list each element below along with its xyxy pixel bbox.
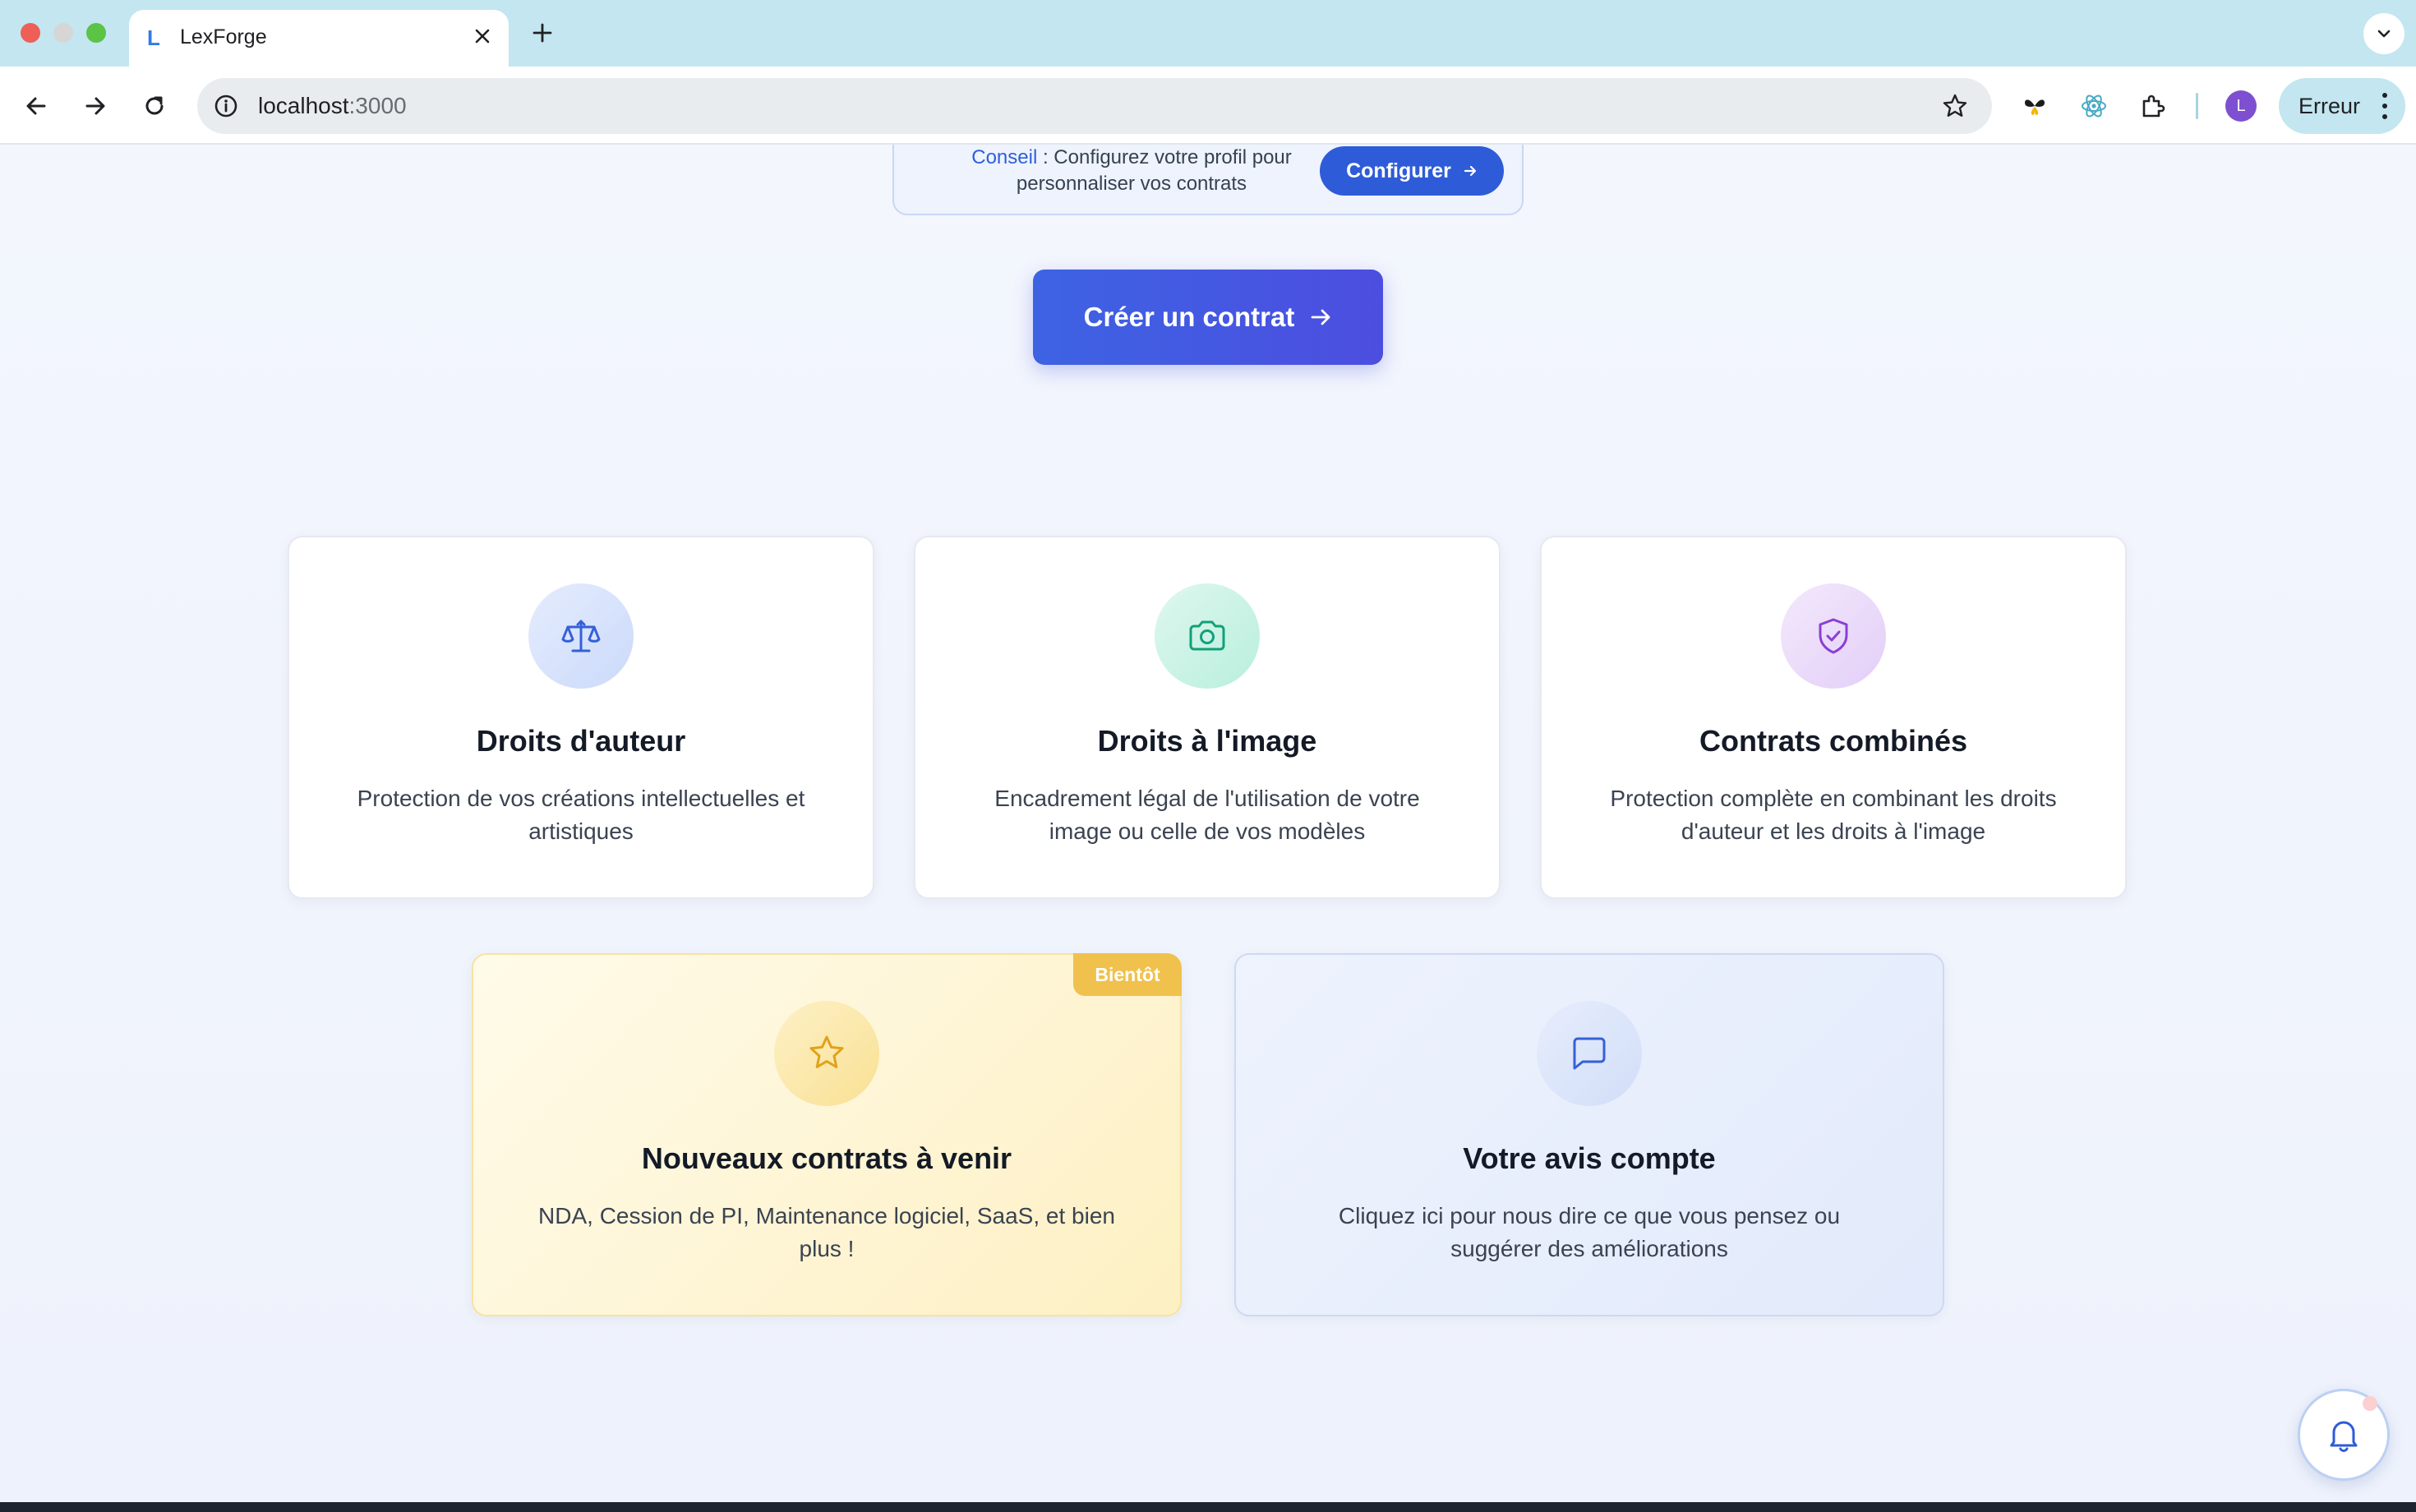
card-image-rights[interactable]: Droits à l'image Encadrement légal de l'…	[914, 536, 1501, 899]
notification-dot	[2363, 1396, 2377, 1411]
tip-label: Conseil	[971, 146, 1038, 168]
tab-close-icon[interactable]	[468, 21, 497, 51]
browser-toolbar: localhost:3000 L Erreur	[0, 67, 2416, 145]
browser-error-menu-button[interactable]: Erreur	[2279, 78, 2405, 134]
card-description: Protection de vos créations intellectuel…	[357, 786, 805, 844]
lexforge-favicon-icon: L	[147, 25, 160, 50]
address-bar[interactable]: localhost:3000	[197, 78, 1992, 134]
browser-tab-active[interactable]: L LexForge	[129, 10, 509, 67]
card-title: Nouveaux contrats à venir	[641, 1141, 1012, 1175]
card-upcoming-contracts[interactable]: Bientôt Nouveaux contrats à venir NDA, C…	[472, 953, 1182, 1316]
arrow-right-icon	[1311, 309, 1330, 325]
configure-button-label: Configurer	[1346, 159, 1451, 182]
url-text[interactable]: localhost:3000	[258, 92, 407, 120]
window-zoom-button[interactable]	[86, 23, 106, 43]
tip-text: Conseil : Configurez votre profil pour p…	[938, 145, 1325, 197]
tab-search-chevron-icon[interactable]	[2363, 13, 2404, 54]
browser-tabstrip: L LexForge	[0, 0, 2416, 67]
extension-react-icon[interactable]	[2079, 91, 2109, 121]
extension-butterfly-icon[interactable]	[2020, 91, 2049, 121]
profile-tip-banner: Conseil : Configurez votre profil pour p…	[892, 145, 1524, 215]
arrow-right-icon	[1464, 165, 1476, 177]
url-port: :3000	[348, 93, 407, 118]
camera-icon	[1155, 583, 1260, 689]
kebab-menu-icon	[2381, 93, 2389, 119]
extensions-puzzle-icon[interactable]	[2138, 91, 2168, 121]
scale-icon	[528, 583, 634, 689]
reload-icon[interactable]	[135, 86, 174, 126]
window-close-button[interactable]	[21, 23, 40, 43]
message-icon	[1537, 1001, 1642, 1106]
profile-avatar[interactable]: L	[2225, 90, 2257, 122]
create-contract-button[interactable]: Créer un contrat	[1033, 270, 1383, 365]
page-viewport: Conseil : Configurez votre profil pour p…	[0, 145, 2416, 1502]
card-title: Votre avis compte	[1463, 1141, 1716, 1175]
notifications-button[interactable]	[2298, 1389, 2390, 1481]
card-copyright[interactable]: Droits d'auteur Protection de vos créati…	[288, 536, 874, 899]
bookmark-star-icon[interactable]	[1941, 92, 1969, 120]
card-description: Encadrement légal de l'utilisation de vo…	[994, 786, 1420, 844]
card-description: NDA, Cession de PI, Maintenance logiciel…	[538, 1203, 1115, 1261]
url-host: localhost	[258, 93, 349, 118]
card-combined-contracts[interactable]: Contrats combinés Protection complète en…	[1540, 536, 2127, 899]
back-arrow-icon[interactable]	[16, 86, 56, 126]
window-minimize-button[interactable]	[53, 23, 73, 43]
new-tab-plus-icon[interactable]	[526, 16, 559, 49]
configure-button[interactable]: Configurer	[1320, 146, 1504, 196]
page-bottom-edge	[0, 1502, 2416, 1512]
error-label: Erreur	[2298, 94, 2361, 118]
coming-soon-badge: Bientôt	[1073, 953, 1182, 996]
card-title: Droits à l'image	[1097, 724, 1317, 758]
site-info-icon[interactable]	[212, 92, 240, 120]
card-description: Protection complète en combinant les dro…	[1610, 786, 2057, 844]
forward-arrow-icon[interactable]	[76, 86, 115, 126]
card-feedback[interactable]: Votre avis compte Cliquez ici pour nous …	[1234, 953, 1944, 1316]
card-title: Droits d'auteur	[476, 724, 686, 758]
create-contract-label: Créer un contrat	[1083, 302, 1295, 332]
card-title: Contrats combinés	[1699, 724, 1968, 758]
shield-check-icon	[1781, 583, 1886, 689]
bell-icon	[2330, 1421, 2358, 1452]
tip-message: : Configurez votre profil pour personnal…	[1016, 146, 1292, 195]
card-description: Cliquez ici pour nous dire ce que vous p…	[1338, 1203, 1841, 1261]
toolbar-divider	[2196, 93, 2198, 119]
star-icon	[774, 1001, 879, 1106]
tab-title: LexForge	[180, 25, 267, 48]
